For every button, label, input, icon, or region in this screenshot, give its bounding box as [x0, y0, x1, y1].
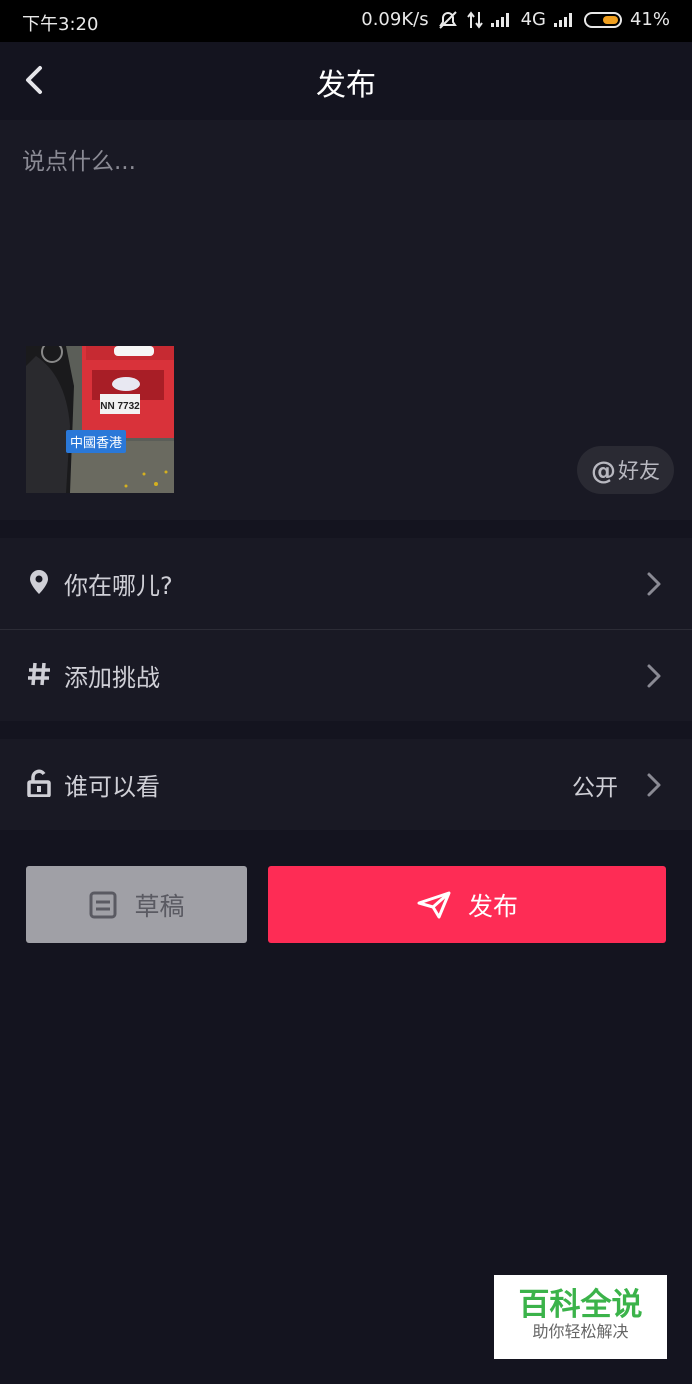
- draft-label: 草稿: [134, 891, 185, 921]
- save-draft-icon: [89, 891, 117, 918]
- challenge-row[interactable]: 添加挑战: [0, 630, 692, 721]
- battery-level: 41%: [629, 9, 670, 30]
- visibility-label: 谁可以看: [64, 773, 160, 801]
- chevron-right-icon: [647, 773, 661, 797]
- mute-icon: [438, 10, 457, 29]
- watermark-logo: 百科全说 助你轻松解决: [494, 1275, 667, 1359]
- status-bar: 下午3:20 0.09K/s 4G 41%: [0, 0, 692, 42]
- challenge-label: 添加挑战: [64, 664, 160, 692]
- location-label: 你在哪儿?: [64, 572, 173, 600]
- at-icon: @: [591, 455, 616, 485]
- network-type: 4G: [520, 9, 546, 30]
- data-transfer-icon: [466, 10, 483, 29]
- compose-area[interactable]: 说点什么... NN 7732 中國香港 @ 好友: [0, 120, 692, 520]
- mention-friends-button[interactable]: @ 好友: [577, 446, 674, 494]
- hashtag-icon: [28, 662, 50, 686]
- mention-label: 好友: [618, 459, 660, 483]
- location-pin-icon: [30, 570, 48, 594]
- page-title: 发布: [316, 68, 376, 103]
- visibility-value: 公开: [572, 775, 618, 801]
- chevron-right-icon: [647, 572, 661, 596]
- unlock-icon: [27, 769, 51, 797]
- video-thumbnail[interactable]: NN 7732 中國香港: [26, 346, 174, 493]
- nav-bar: 发布: [0, 42, 692, 120]
- signal-icon: [490, 12, 513, 27]
- caption-input[interactable]: 说点什么...: [22, 142, 136, 176]
- signal-icon-2: [553, 12, 576, 27]
- send-icon: [417, 891, 451, 918]
- status-icons: 0.09K/s 4G 41%: [361, 9, 670, 30]
- visibility-row[interactable]: 谁可以看 公开: [0, 739, 692, 830]
- location-tag-label: 中國香港: [70, 436, 123, 451]
- location-tag: 中國香港: [66, 430, 127, 453]
- draft-button[interactable]: 草稿: [26, 866, 247, 943]
- license-plate: NN 7732: [100, 401, 140, 412]
- watermark-title: 百科全说: [518, 1287, 643, 1323]
- publish-label: 发布: [467, 891, 518, 921]
- watermark-subtitle: 助你轻松解决: [532, 1322, 629, 1341]
- thumbnail-image: NN 7732: [26, 346, 174, 493]
- battery-icon: [583, 11, 622, 28]
- publish-button[interactable]: 发布: [268, 866, 666, 943]
- location-row[interactable]: 你在哪儿?: [0, 538, 692, 629]
- status-time: 下午3:20: [22, 14, 99, 35]
- chevron-right-icon: [647, 664, 661, 688]
- network-speed: 0.09K/s: [361, 9, 429, 30]
